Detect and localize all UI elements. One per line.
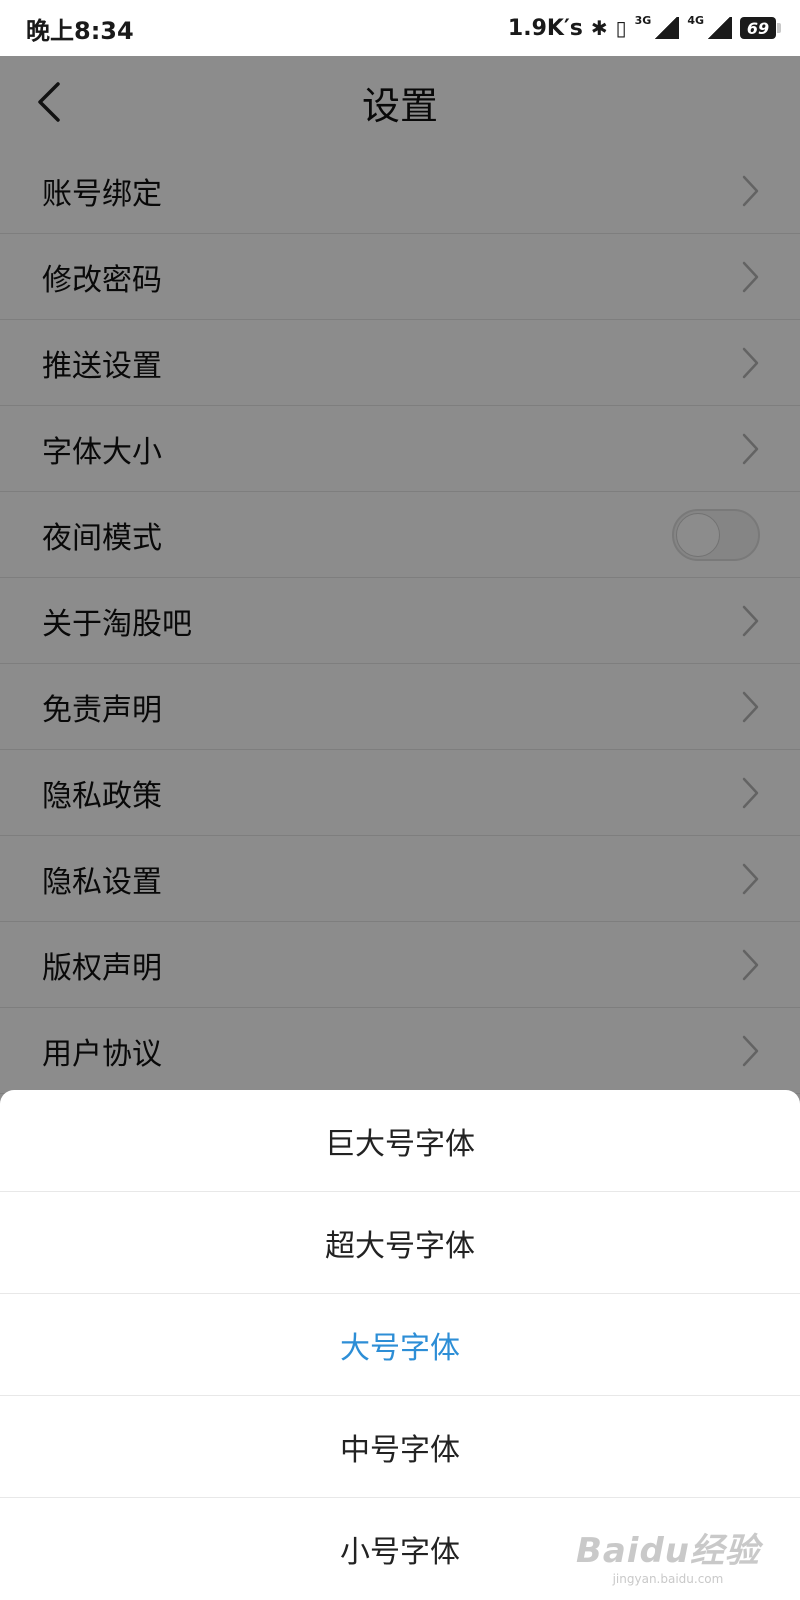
bluetooth-icon: ✱ bbox=[590, 16, 608, 40]
watermark-logo: Baidu经验 bbox=[575, 1531, 760, 1571]
battery-icon: 69 bbox=[740, 17, 781, 39]
watermark: Baidu经验 jingyan.baidu.com bbox=[576, 1523, 760, 1586]
network-4g-label: 4G bbox=[687, 13, 704, 27]
network-3g-label: 3G bbox=[634, 13, 652, 27]
network-speed: 1.9K′s bbox=[507, 15, 583, 41]
status-time: 晚上8:34 bbox=[26, 16, 134, 45]
battery-level: 69 bbox=[746, 18, 770, 38]
signal-icon bbox=[706, 17, 732, 39]
vibrate-icon: ▯ bbox=[615, 16, 627, 40]
watermark-url: jingyan.baidu.com bbox=[612, 1572, 724, 1586]
font-size-option[interactable]: 中号字体 bbox=[0, 1396, 800, 1498]
font-size-option[interactable]: 超大号字体 bbox=[0, 1192, 800, 1294]
font-size-option[interactable]: 大号字体 bbox=[0, 1294, 800, 1396]
status-bar: 晚上8:34 1.9K′s ✱ ▯ 3G 4G 69 bbox=[0, 0, 800, 56]
signal-icon bbox=[653, 17, 680, 39]
status-icons: 1.9K′s ✱ ▯ 3G 4G 69 bbox=[507, 13, 781, 41]
font-size-option[interactable]: 巨大号字体 bbox=[0, 1090, 800, 1192]
